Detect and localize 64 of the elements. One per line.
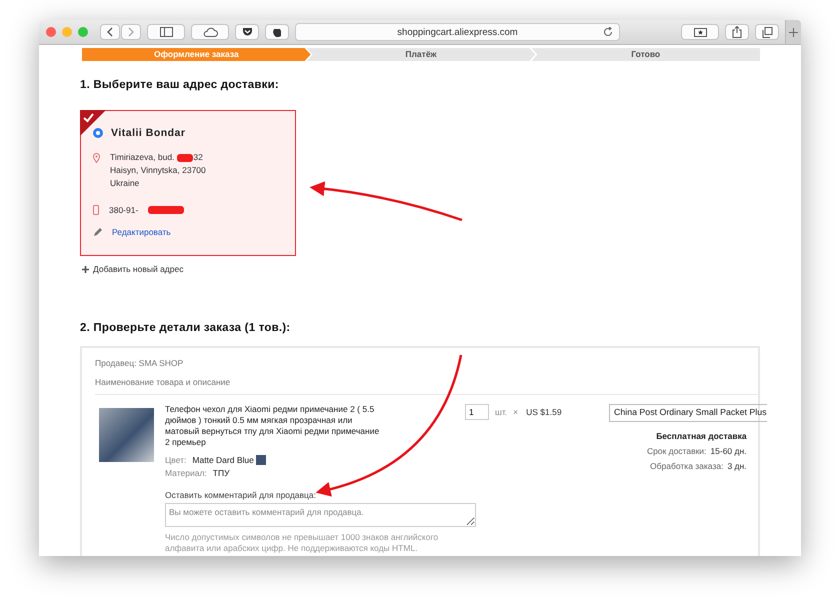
checkmark-corner-icon bbox=[80, 110, 106, 136]
chevron-left-icon bbox=[107, 27, 113, 37]
redaction-mark bbox=[177, 154, 194, 162]
column-header: Наименование товара и описание bbox=[95, 377, 758, 395]
product-title[interactable]: Телефон чехол для Xiaomi редми примечание 2 ( 5.5 дюймов ) тонкий 0.5 мм мягкая прозрачная или матовый вернуться тпу для Xiaomi редми примечание 2 премьер bbox=[165, 404, 380, 448]
unit-price: US $1.59 bbox=[526, 407, 562, 417]
comment-hint: Число допустимых символов не превышает 1000 знаков английского алфавита или арабских цифр. Не поддерживаются коды HTML. bbox=[165, 532, 440, 554]
seller-name: Продавец: SMA SHOP bbox=[95, 358, 184, 368]
address-bar[interactable]: shoppingcart.aliexpress.com bbox=[295, 23, 620, 41]
address-card[interactable]: Vitalii Bondar Timiriazeva, bud. 32 Haisyn, Vinnytska, 23700 Ukraine 380-91- Редактировать bbox=[80, 110, 296, 256]
processing-time-value: 3 дн. bbox=[727, 461, 747, 471]
evernote-button[interactable] bbox=[265, 24, 289, 40]
location-pin-icon bbox=[93, 153, 100, 163]
pocket-icon bbox=[242, 27, 252, 37]
phone-number: 380-91- bbox=[109, 205, 138, 215]
pocket-button[interactable] bbox=[235, 24, 259, 40]
section-heading: 1. Выберите ваш адрес доставки: bbox=[80, 79, 280, 91]
address-line: Haisyn, Vinnytska, 23700 bbox=[110, 164, 206, 177]
product-photo-placeholder bbox=[99, 408, 154, 462]
url-text: shoppingcart.aliexpress.com bbox=[397, 26, 518, 38]
share-button[interactable] bbox=[725, 24, 749, 40]
reload-icon[interactable] bbox=[603, 27, 613, 37]
tabs-icon bbox=[762, 26, 772, 38]
back-button[interactable] bbox=[100, 24, 120, 40]
section-heading: 2. Проверьте детали заказа (1 тов.): bbox=[80, 322, 292, 334]
processing-time-label: Обработка заказа: bbox=[650, 461, 724, 471]
cloud-icon bbox=[202, 27, 218, 37]
plus-icon bbox=[789, 28, 798, 36]
free-shipping-label: Бесплатная доставка bbox=[655, 431, 747, 441]
recipient-name: Vitalii Bondar bbox=[111, 127, 186, 139]
edit-link[interactable]: Редактировать bbox=[112, 227, 171, 237]
sidebar-icon bbox=[160, 27, 172, 37]
address-line: Ukraine bbox=[110, 177, 140, 190]
address-line-end: 32 bbox=[193, 151, 203, 164]
new-tab-button[interactable] bbox=[785, 20, 801, 44]
color-swatch bbox=[256, 455, 266, 465]
tabs-button[interactable] bbox=[755, 24, 779, 40]
delivery-time-label: Срок доставки: bbox=[646, 446, 706, 456]
checkout-step: Оформление заказа bbox=[82, 48, 311, 61]
attribute-value: ТПУ bbox=[212, 468, 230, 478]
cloud-button[interactable] bbox=[191, 24, 229, 40]
bookmarks-button[interactable] bbox=[681, 24, 719, 40]
comment-label: Оставить комментарий для продавца: bbox=[165, 490, 318, 500]
pencil-icon bbox=[93, 228, 102, 236]
phone-icon bbox=[93, 205, 99, 215]
sidebar-button[interactable] bbox=[147, 24, 185, 40]
attribute-value: Matte Dard Blue bbox=[192, 455, 254, 465]
add-address-link[interactable]: Добавить новый адрес bbox=[93, 264, 184, 274]
radio-button[interactable] bbox=[93, 128, 103, 138]
quantity-field[interactable]: 1 bbox=[465, 404, 489, 420]
shipping-method-dropdown[interactable]: China Post Ordinary Small Packet Plus bbox=[609, 404, 767, 422]
share-icon bbox=[732, 26, 742, 38]
redaction-mark bbox=[148, 206, 184, 214]
chevron-right-icon bbox=[128, 27, 134, 37]
comment-field[interactable]: Вы можете оставить комментарий для продавца. bbox=[165, 503, 476, 527]
attribute-label: Цвет: bbox=[165, 455, 186, 465]
times-sign: × bbox=[513, 407, 518, 417]
checkout-step: Готово bbox=[531, 48, 760, 61]
attribute-label: Материал: bbox=[165, 468, 207, 478]
unit-label: шт. bbox=[495, 407, 508, 417]
checkout-step: Платёж bbox=[306, 48, 536, 61]
address-line: Timiriazeva, bud. bbox=[110, 151, 174, 164]
plus-icon bbox=[82, 266, 89, 272]
delivery-time-value: 15-60 дн. bbox=[710, 446, 747, 456]
